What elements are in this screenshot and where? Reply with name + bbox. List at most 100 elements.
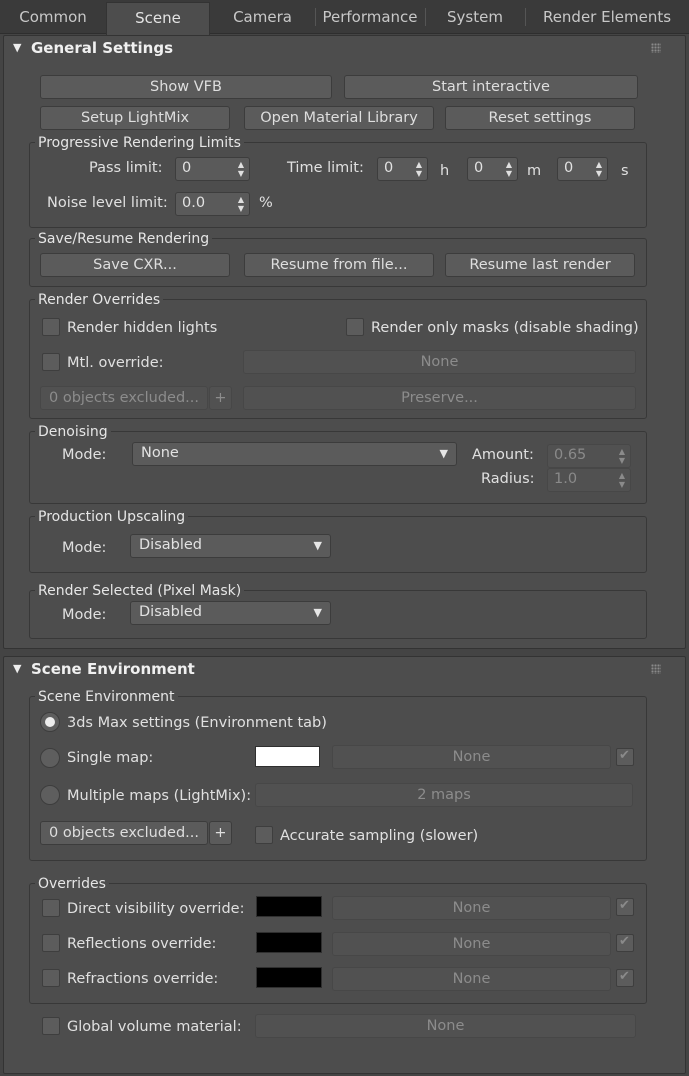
general-settings-header[interactable]: ▼ General Settings [4,36,685,62]
multiple-maps-button[interactable]: 2 maps [255,783,633,807]
denoising-amount-spinner[interactable]: 0.65 ▲ ▼ [547,444,631,468]
time-seconds-spinner[interactable]: 0 ▲ ▼ [557,157,608,181]
spinner-arrows-icon[interactable]: ▲ ▼ [506,160,512,178]
spinner-value: 1.0 [554,471,578,487]
max-settings-label: 3ds Max settings (Environment tab) [67,715,327,731]
mtl-override-material-button[interactable]: None [243,350,636,374]
reflections-override-checkbox[interactable] [42,934,60,952]
refractions-override-checkbox[interactable] [42,969,60,987]
direct-visibility-color-swatch[interactable] [256,896,322,917]
denoising-radius-spinner[interactable]: 1.0 ▲ ▼ [547,468,631,492]
direct-visibility-map-button[interactable]: None [332,896,611,920]
group-label: Scene Environment [35,688,178,706]
global-volume-material-button[interactable]: None [255,1014,636,1038]
denoising-radius-label: Radius: [481,471,535,487]
accurate-sampling-label: Accurate sampling (slower) [280,828,479,844]
multiple-maps-radio[interactable] [40,785,60,805]
scene-environment-header[interactable]: ▼ Scene Environment [4,657,685,683]
checkmark-icon: ✔ [619,934,630,949]
render-hidden-lights-label: Render hidden lights [67,320,218,336]
spinner-arrows-icon[interactable]: ▲ ▼ [619,447,625,465]
denoising-amount-label: Amount: [472,447,534,463]
time-hours-spinner[interactable]: 0 ▲ ▼ [377,157,428,181]
render-hidden-lights-checkbox[interactable] [42,318,60,336]
hours-unit: h [440,163,450,179]
mtl-override-checkbox[interactable] [42,353,60,371]
resume-last-render-button[interactable]: Resume last render [445,253,635,277]
general-settings-rollout: ▼ General Settings Show VFB Start intera… [3,35,686,649]
upscaling-mode-label: Mode: [62,540,107,556]
render-only-masks-label: Render only masks (disable shading) [371,320,639,336]
single-map-color-swatch[interactable] [255,746,320,767]
resume-from-file-button[interactable]: Resume from file... [244,253,434,277]
rollout-title: General Settings [31,39,174,57]
render-only-masks-checkbox[interactable] [346,318,364,336]
grip-icon[interactable] [651,664,661,674]
max-settings-radio[interactable] [40,712,60,732]
chevron-down-icon: ▼ [313,539,322,552]
reflections-map-button[interactable]: None [332,932,611,956]
dropdown-value: Disabled [139,604,202,620]
dropdown-value: None [141,445,179,461]
preserve-button[interactable]: Preserve... [243,386,636,410]
single-map-enable-checkbox[interactable]: ✔ [616,748,634,766]
denoising-mode-dropdown[interactable]: None ▼ [132,442,457,466]
checkmark-icon: ✔ [619,969,630,984]
group-label: Render Overrides [35,291,164,309]
single-map-label: Single map: [67,750,154,766]
env-add-excluded-button[interactable]: + [209,821,232,845]
global-volume-checkbox[interactable] [42,1017,60,1035]
grip-icon[interactable] [651,43,661,53]
reflections-color-swatch[interactable] [256,932,322,953]
tab-scene[interactable]: Scene [106,2,210,35]
spinner-arrows-icon[interactable]: ▲ ▼ [238,160,244,178]
time-minutes-spinner[interactable]: 0 ▲ ▼ [467,157,518,181]
direct-visibility-enable-checkbox[interactable]: ✔ [616,898,634,916]
time-limit-label: Time limit: [287,160,364,176]
refractions-enable-checkbox[interactable]: ✔ [616,969,634,987]
direct-visibility-checkbox[interactable] [42,899,60,917]
show-vfb-button[interactable]: Show VFB [40,75,332,99]
setup-lightmix-button[interactable]: Setup LightMix [40,106,230,130]
tab-common[interactable]: Common [0,0,106,34]
single-map-button[interactable]: None [332,745,611,769]
reset-settings-button[interactable]: Reset settings [445,106,635,130]
pass-limit-spinner[interactable]: 0 ▲ ▼ [175,157,250,181]
save-cxr-button[interactable]: Save CXR... [40,253,230,277]
noise-level-spinner[interactable]: 0.0 ▲ ▼ [175,192,250,216]
checkmark-icon: ✔ [619,898,630,913]
tab-system[interactable]: System [425,0,525,34]
minutes-unit: m [527,163,542,179]
scene-environment-rollout: ▼ Scene Environment Scene Environment 3d… [3,656,686,1074]
single-map-radio[interactable] [40,748,60,768]
start-interactive-button[interactable]: Start interactive [344,75,638,99]
render-selected-mode-dropdown[interactable]: Disabled ▼ [130,601,331,625]
group-label: Production Upscaling [35,508,189,526]
spinner-arrows-icon[interactable]: ▲ ▼ [238,195,244,213]
render-selected-mode-label: Mode: [62,607,107,623]
chevron-down-icon: ▼ [313,606,322,619]
env-objects-excluded-button[interactable]: 0 objects excluded... [40,821,208,845]
spinner-arrows-icon[interactable]: ▲ ▼ [596,160,602,178]
refractions-color-swatch[interactable] [256,967,322,988]
accurate-sampling-checkbox[interactable] [255,826,273,844]
spinner-arrows-icon[interactable]: ▲ ▼ [619,471,625,489]
reflections-enable-checkbox[interactable]: ✔ [616,934,634,952]
pass-limit-label: Pass limit: [89,160,163,176]
open-material-library-button[interactable]: Open Material Library [244,106,434,130]
tab-performance[interactable]: Performance [315,0,425,34]
mtl-override-label: Mtl. override: [67,355,164,371]
objects-excluded-button[interactable]: 0 objects excluded... [40,386,208,410]
group-label: Render Selected (Pixel Mask) [35,582,245,600]
collapse-triangle-icon[interactable]: ▼ [13,662,21,675]
tab-render-elements[interactable]: Render Elements [525,0,689,34]
tab-camera[interactable]: Camera [210,0,315,34]
noise-level-label: Noise level limit: [47,195,168,211]
collapse-triangle-icon[interactable]: ▼ [13,41,21,54]
add-excluded-button[interactable]: + [209,386,232,410]
percent-unit: % [259,195,273,211]
upscaling-mode-dropdown[interactable]: Disabled ▼ [130,534,331,558]
refractions-map-button[interactable]: None [332,967,611,991]
spinner-arrows-icon[interactable]: ▲ ▼ [416,160,422,178]
rollout-title: Scene Environment [31,660,195,678]
